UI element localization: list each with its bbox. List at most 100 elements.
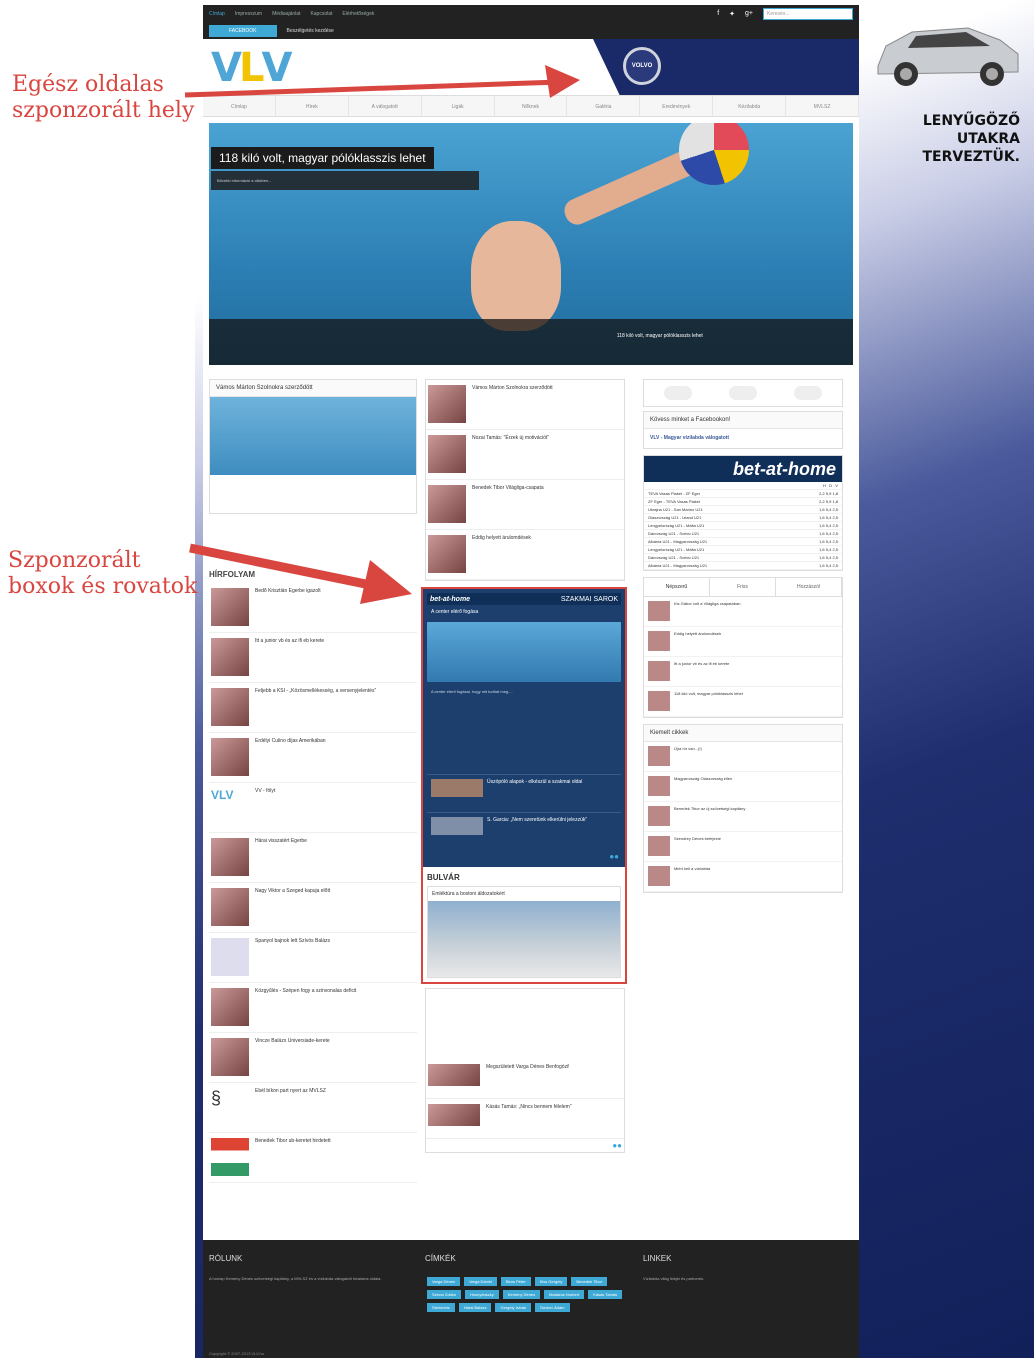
news-title[interactable]: Benedek Tibor Világliga-csapata [472,485,544,524]
featured-title[interactable]: Magyarország Olaszország ellen [674,776,732,797]
match-odds[interactable]: 1,6 5,4 2,5 [819,523,838,528]
odds-row[interactable]: Olaszország U21 - Izland U21 1,6 5,4 2,5 [644,514,842,522]
sponsor-section-label[interactable]: SZAKMAI SAROK [561,596,618,603]
match-odds[interactable]: 1,6 5,4 2,5 [819,547,838,552]
news-feed-item[interactable]: § Ebél bíkon part nyert az MVLSZ [209,1083,417,1133]
sponsored-box[interactable]: bet-at-home SZAKMAI SAROK A center elérő… [421,587,627,984]
facebook-icon[interactable]: f [717,10,719,18]
tag-link[interactable]: Kemény Dénes [502,1290,541,1299]
news-title[interactable]: Nozai Tamás: "Érzek új motivációt" [472,435,549,474]
menu-item[interactable]: Galéria [567,96,641,116]
news-title[interactable]: Itt a junior vb és az ifi eb kerete [255,638,324,677]
sponsor-list-title[interactable]: Úszópóló alapok - elkészül a szakmai old… [487,779,582,808]
news-title[interactable]: Hárai visszatért Egerbe [255,838,307,877]
tag-link[interactable]: Szécsi Zoltán [427,1290,462,1299]
news-feed-item[interactable]: Erdélyi Culino díjas Amerikában [209,733,417,783]
news-title[interactable]: Megszületett Varga Dénes Benfogózi! [486,1064,570,1093]
bulvar-item[interactable]: Megszületett Varga Dénes Benfogózi! [426,1059,624,1099]
menu-item[interactable]: A válogatott [349,96,422,116]
facebook-button[interactable]: FACEBOOK [209,25,277,37]
hero-strip-item[interactable] [724,319,853,365]
top-nav-item[interactable]: Címlap [209,11,225,17]
news-title[interactable]: Feljebb a KSI - „Közösmellékesség, a ver… [255,688,376,727]
menu-item[interactable]: Ligák [422,96,495,116]
hero-title[interactable]: 118 kiló volt, magyar pólóklasszis lehet [211,147,434,169]
top-nav-item[interactable]: Impresszum [235,11,262,17]
sponsor-list-title[interactable]: S. Garcia: „Nem szeretünk elkerülni jele… [487,817,587,846]
bulvar-box[interactable]: Emléktúra a bostoni áldozatokért [427,886,621,978]
news-title[interactable]: Erdélyi Culino díjas Amerikában [255,738,326,777]
pagination-dots[interactable]: ●● [426,1139,624,1152]
popular-item[interactable]: Eddig helyett árulomdések [644,627,842,657]
news-title[interactable]: Ebél bíkon part nyert az MVLSZ [255,1088,326,1127]
sponsor-image[interactable] [427,622,621,682]
footer-links-text[interactable]: Vízilabda világ linkjei és partnerek. [643,1275,843,1282]
menu-item[interactable]: Kézilabda [713,96,787,116]
odds-row[interactable]: Dánország U21 - Svédo U21 1,6 5,4 2,5 [644,530,842,538]
news-title[interactable]: Kásás Tamás: „Nincs bennem félelem” [486,1104,572,1133]
tag-link[interactable]: Benedek Tibor [571,1277,608,1286]
sponsor-bar[interactable]: bet-at-home SZAKMAI SAROK [427,593,621,605]
pagination-dots[interactable]: ●● [427,850,621,863]
popular-title[interactable]: 118 kiló volt, magyar pólóklasszis lehet [674,691,743,712]
menu-item[interactable]: MVLSZ [786,96,859,116]
feature-box[interactable]: Vámos Márton Szolnokra szerződött [209,379,417,514]
featured-item[interactable]: Újra hír van...(!) [644,742,842,772]
volvo-logo[interactable]: VOLVO [623,47,661,85]
tag-link[interactable]: Hárai Balázs [458,1303,492,1312]
facebook-page-link[interactable]: VLV - Magyar vízilabda válogatott [644,429,842,448]
ticker-text[interactable]: Beszélgetés kezdése [287,28,334,34]
tag-link[interactable]: Kásás Tamás [588,1290,623,1299]
news-title[interactable]: Bedő Krisztián Egerbe igazolt [255,588,321,627]
match-odds[interactable]: 2,2 5,9 1,8 [819,499,838,504]
tab-comments[interactable]: Hozzászól [776,578,842,596]
match-odds[interactable]: 1,6 5,4 2,5 [819,515,838,520]
bulvar-title[interactable]: Emléktúra a bostoni áldozatokért [428,887,620,901]
sponsor-list-item[interactable]: S. Garcia: „Nem szeretünk elkerülni jele… [427,812,621,850]
menu-item[interactable]: Hírek [276,96,349,116]
betathome-logo[interactable]: bet-at-home [430,596,470,603]
twitter-icon[interactable]: ✦ [729,10,735,18]
twitter-share-button[interactable] [728,386,757,400]
menu-item[interactable]: Eredmények [640,96,714,116]
ad-slogan[interactable]: LENYŰGÖZŐ UTAKRA TERVEZTÜK. [870,112,1020,166]
tag-link[interactable]: Steinmetz [427,1303,455,1312]
news-feed-item[interactable]: Spanyol bajnok lett Szívós Balázs [209,933,417,983]
site-logo[interactable]: VLV [211,45,292,91]
hero-slider[interactable]: 118 kiló volt, magyar pólóklasszis lehet… [209,123,853,365]
odds-row[interactable]: Ukrajna U21 - San Marino U21 1,6 5,4 2,5 [644,506,842,514]
facebook-share-button[interactable] [664,386,693,400]
bulvar-image[interactable] [428,901,620,977]
news-title[interactable]: Vincze Balázs Universiade-kerete [255,1038,330,1077]
match-odds[interactable]: 1,6 5,4 2,5 [819,507,838,512]
match-odds[interactable]: 1,6 5,4 2,5 [819,555,838,560]
tag-link[interactable]: Gergely István [495,1303,532,1312]
featured-title[interactable]: Újra hír van...(!) [674,746,702,767]
tag-link[interactable]: Hosnyánszky [465,1290,499,1299]
mini-news-item[interactable]: Benedek Tibor Világliga-csapata [426,480,624,530]
google-share-button[interactable] [793,386,822,400]
featured-title[interactable]: Benedek Tibor az új szövetségi kapitány [674,806,745,827]
betathome-logo[interactable]: bet-at-home [644,456,842,482]
mini-news-item[interactable]: Vámos Márton Szolnokra szerződött [426,380,624,430]
hero-strip-item[interactable] [338,319,467,365]
odds-row[interactable]: ZF Eger - TEVA Vasas Plaket 2,2 5,9 1,8 [644,498,842,506]
bulvar-item[interactable]: Kásás Tamás: „Nincs bennem félelem” [426,1099,624,1139]
popular-title[interactable]: Itt a junior vb és az ifi eb kerete [674,661,729,682]
tag-link[interactable]: Madaras Norbert [544,1290,585,1299]
news-title[interactable]: Vámos Márton Szolnokra szerződött [472,385,553,424]
news-feed-item[interactable]: Közgyűlés - Szépen fogy a szinvonalas de… [209,983,417,1033]
featured-item[interactable]: Magyarország Olaszország ellen [644,772,842,802]
news-title[interactable]: Közgyűlés - Szépen fogy a szinvonalas de… [255,988,356,1027]
search-input[interactable]: Keresés... [763,8,853,20]
match-odds[interactable]: 2,2 5,9 1,8 [819,491,838,496]
tag-link[interactable]: Varga Dénes [427,1277,461,1286]
odds-row[interactable]: Lengyelország U21 - Málta U21 1,6 5,4 2,5 [644,546,842,554]
googleplus-icon[interactable]: g+ [745,10,753,18]
featured-title[interactable]: Szendrey Dénes befejezte [674,836,721,857]
news-title[interactable]: Nagy Viktor a Szeged kapuja előtt [255,888,330,927]
featured-item[interactable]: Szendrey Dénes befejezte [644,832,842,862]
mini-news-item[interactable]: Eddig helyett árulomdések [426,530,624,580]
tab-popular[interactable]: Népszerű [644,578,710,596]
news-title[interactable]: Eddig helyett árulomdések [472,535,531,574]
